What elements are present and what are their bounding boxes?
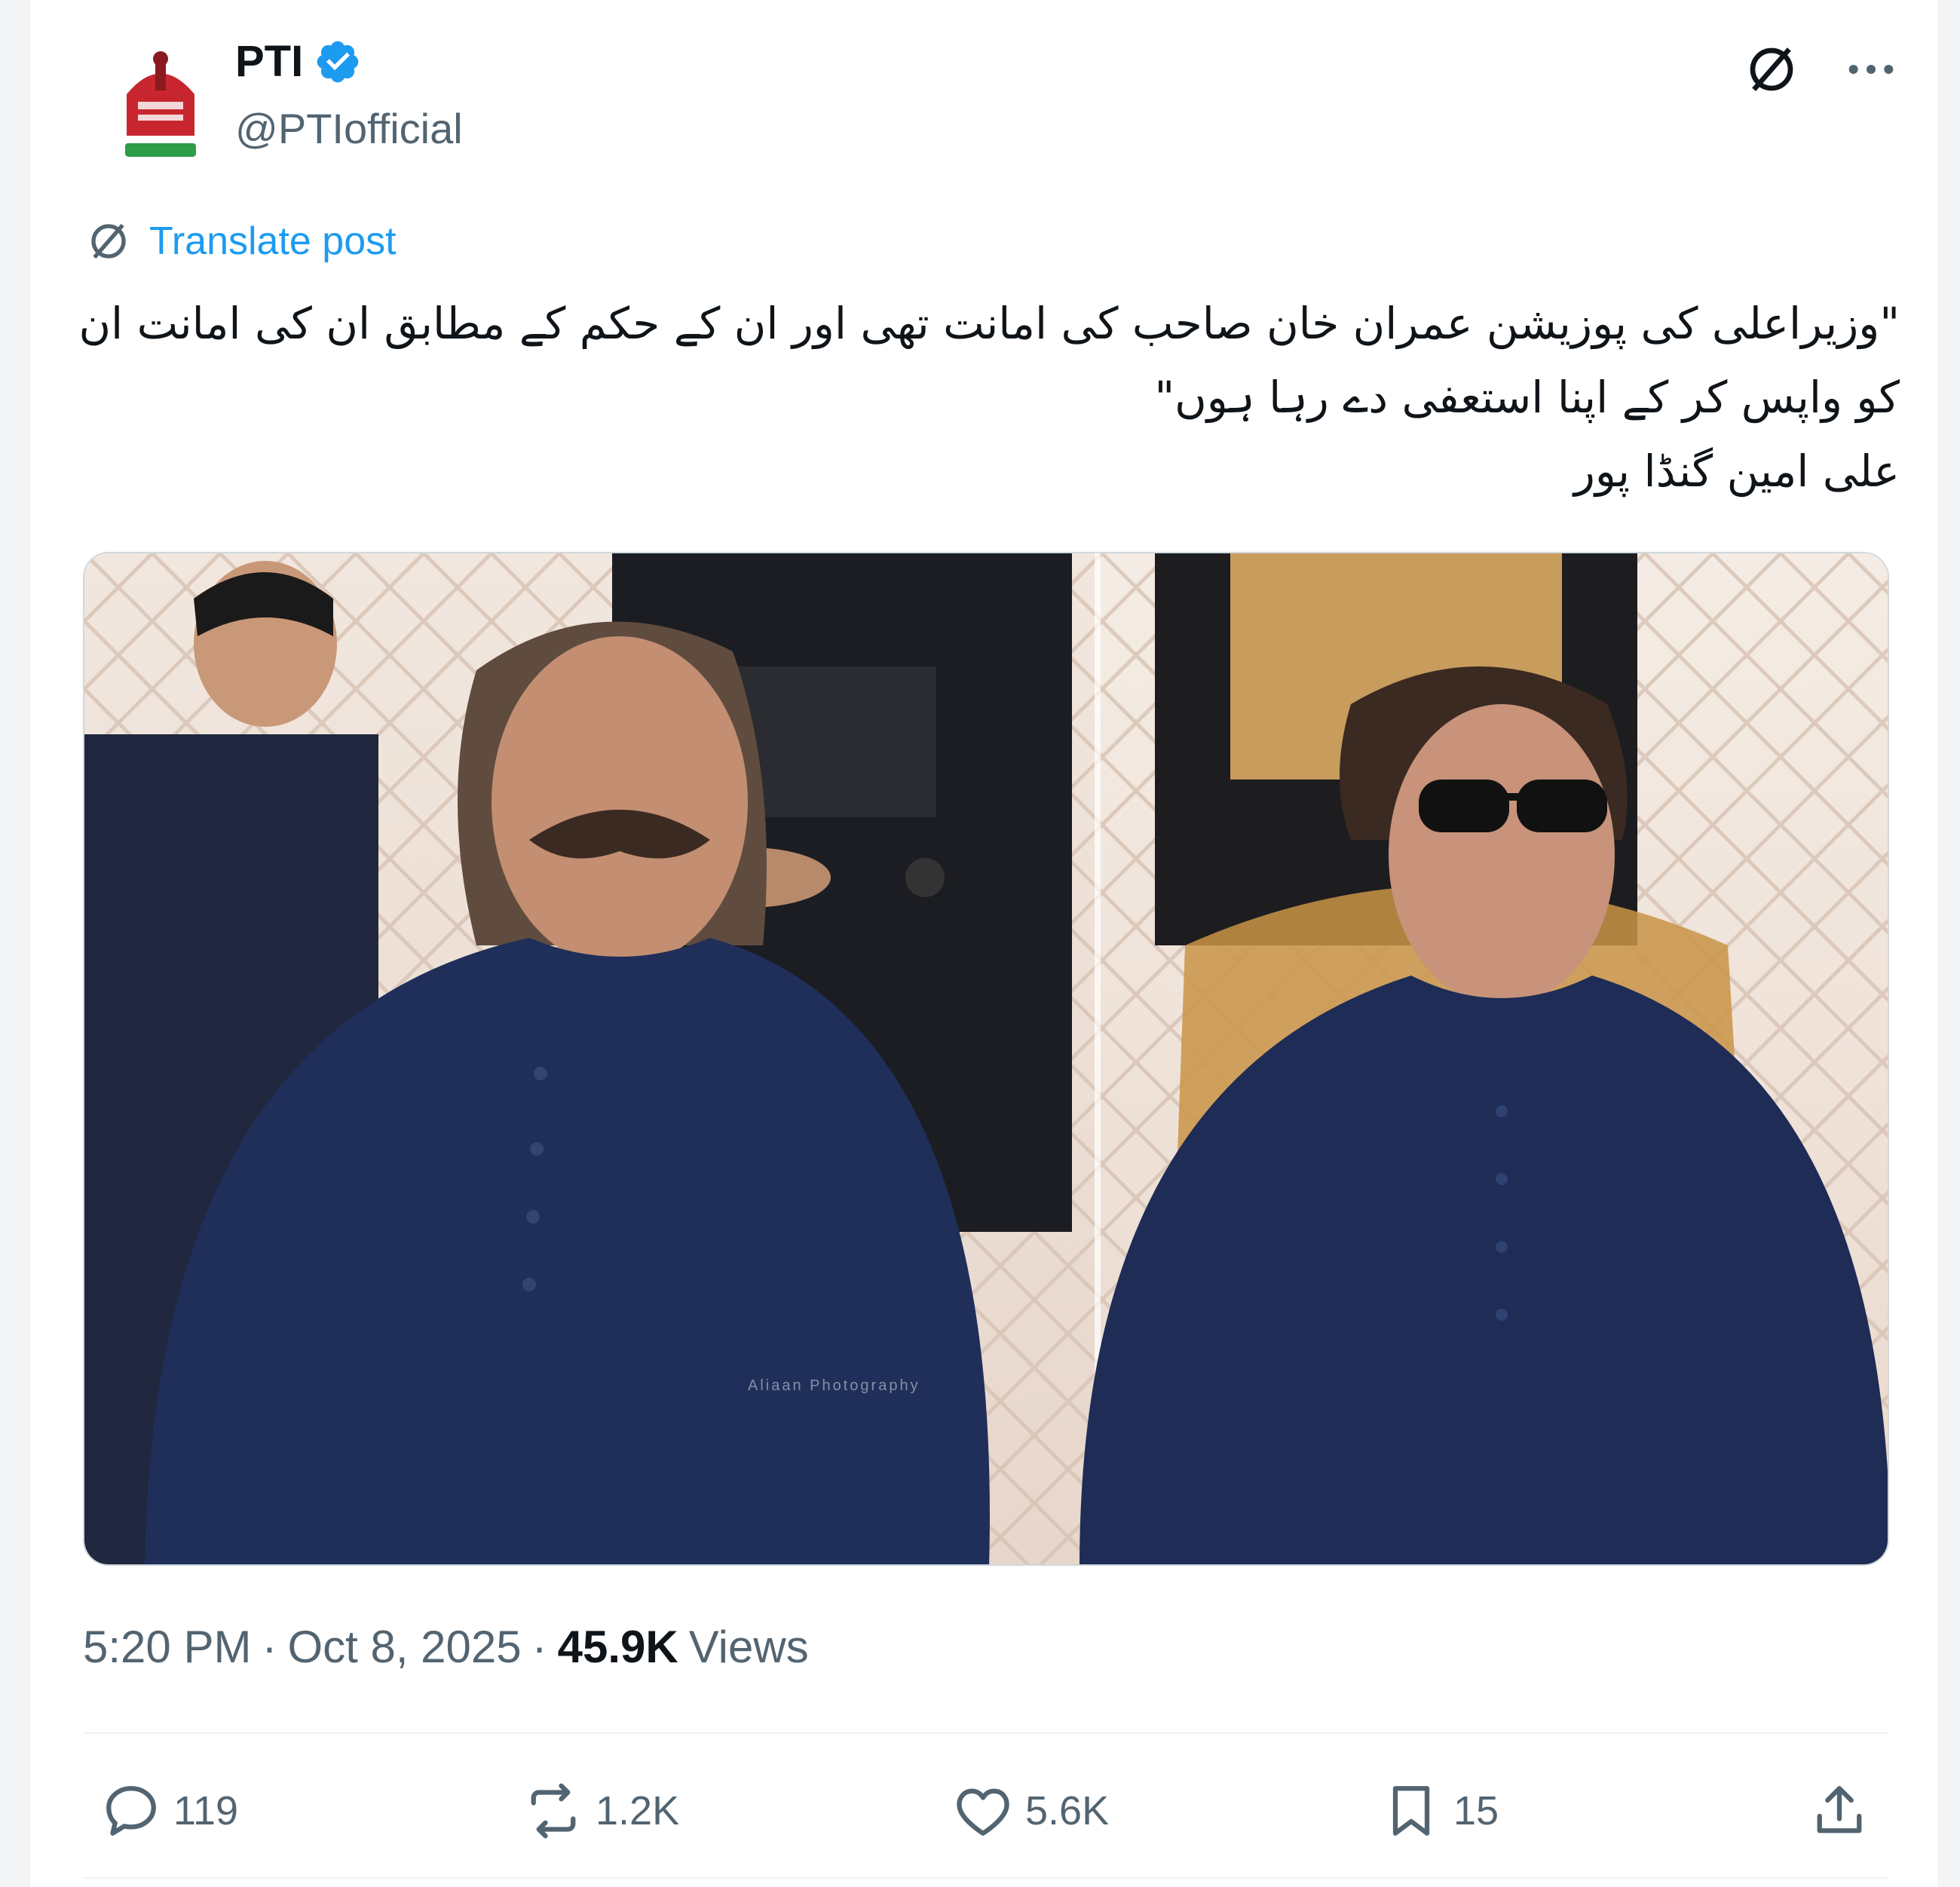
views-label: Views — [688, 1622, 809, 1672]
photo-illustration: Aliaan Photography — [84, 553, 1888, 1564]
avatar[interactable] — [96, 38, 225, 166]
post-date[interactable]: Oct 8, 2025 — [287, 1621, 521, 1673]
post-text-line: کو واپس کر کے اپنا استعفی دے رہا ہوں" — [1154, 372, 1900, 423]
pti-logo-icon — [96, 38, 225, 166]
divider — [83, 1877, 1889, 1879]
translate-post-link[interactable]: Translate post — [84, 217, 397, 265]
post-text-line: علی امین گنڈا پور — [1573, 446, 1900, 497]
post-text: "وزیراعلی کی پوزیشن عمران خان صاحب کی ام… — [78, 286, 1900, 508]
like-count: 5.6K — [1025, 1788, 1110, 1833]
views-count: 45.9K — [557, 1622, 678, 1672]
reply-icon — [106, 1786, 156, 1836]
display-name[interactable]: PTI — [235, 36, 303, 87]
post-text-line: "وزیراعلی کی پوزیشن عمران خان صاحب کی ام… — [78, 298, 1900, 349]
author-row: PTI — [235, 36, 362, 87]
bookmark-count: 15 — [1453, 1788, 1499, 1833]
bookmark-button[interactable]: 15 — [1380, 1779, 1499, 1843]
share-icon — [1817, 1786, 1862, 1833]
grok-icon[interactable] — [1741, 39, 1802, 100]
reply-button[interactable]: 119 — [100, 1779, 238, 1843]
image-watermark: Aliaan Photography — [748, 1377, 920, 1394]
repost-count: 1.2K — [596, 1788, 680, 1833]
post-time[interactable]: 5:20 PM — [83, 1621, 251, 1673]
grok-translate-icon — [91, 223, 126, 259]
verified-badge-icon — [317, 41, 359, 82]
meta-separator: · — [531, 1622, 547, 1672]
bookmark-icon — [1392, 1786, 1430, 1836]
repost-icon — [531, 1783, 576, 1839]
like-button[interactable]: 5.6K — [951, 1779, 1109, 1843]
translate-label: Translate post — [149, 219, 397, 263]
author-handle[interactable]: @PTIofficial — [235, 104, 463, 153]
like-icon — [957, 1788, 1009, 1836]
divider — [83, 1732, 1889, 1734]
meta-separator: · — [262, 1622, 277, 1672]
post-card: PTI @PTIofficial Translate post "وزیراعل… — [30, 0, 1937, 1887]
more-icon[interactable] — [1841, 39, 1901, 100]
post-meta: 5:20 PM · Oct 8, 2025 · 45.9K Views — [83, 1621, 809, 1673]
reply-count: 119 — [173, 1788, 239, 1833]
share-button[interactable] — [1808, 1779, 1871, 1843]
repost-button[interactable]: 1.2K — [522, 1779, 679, 1843]
post-image[interactable]: Aliaan Photography — [83, 552, 1889, 1566]
